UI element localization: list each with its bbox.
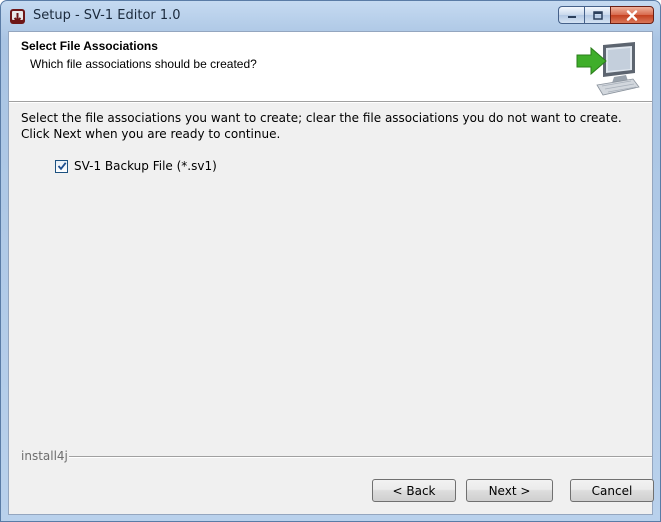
instructions-text: Select the file associations you want to… <box>21 111 622 141</box>
dialog-client-area: Select File Associations Which file asso… <box>8 31 654 515</box>
close-button[interactable] <box>610 6 654 24</box>
page-title: Select File Associations <box>21 39 158 53</box>
back-button[interactable]: < Back <box>372 479 456 502</box>
title-bar[interactable]: Setup - SV-1 Editor 1.0 <box>1 1 660 31</box>
page-subtitle: Which file associations should be create… <box>30 57 257 71</box>
wizard-header: Select File Associations Which file asso… <box>9 32 652 102</box>
minimize-button[interactable] <box>558 6 584 24</box>
minimize-icon <box>567 16 576 18</box>
window-title: Setup - SV-1 Editor 1.0 <box>33 8 181 23</box>
installer-brand: install4j <box>21 449 68 463</box>
maximize-icon <box>592 10 603 20</box>
checkmark-icon <box>57 162 66 171</box>
computer-arrow-icon <box>576 42 640 96</box>
header-separator <box>9 102 652 103</box>
cancel-button[interactable]: Cancel <box>570 479 654 502</box>
association-checkbox-label[interactable]: SV-1 Backup File (*.sv1) <box>74 159 217 173</box>
setup-app-icon <box>10 9 25 24</box>
association-checkbox-row[interactable]: SV-1 Backup File (*.sv1) <box>55 159 217 173</box>
association-checkbox[interactable] <box>55 159 68 173</box>
close-icon <box>626 9 638 21</box>
next-button[interactable]: Next > <box>466 479 553 502</box>
setup-window: Setup - SV-1 Editor 1.0 Select File Asso… <box>0 0 661 522</box>
footer-divider-highlight <box>69 457 652 458</box>
caption-buttons <box>558 6 654 26</box>
maximize-button[interactable] <box>584 6 610 24</box>
